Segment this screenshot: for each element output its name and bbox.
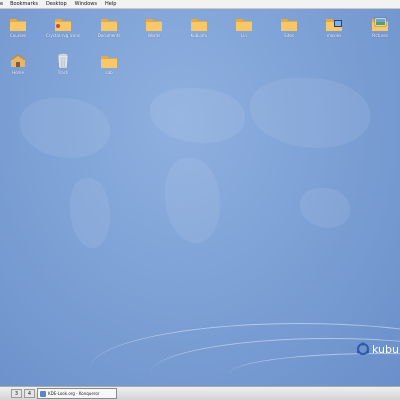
desktop-icon-words[interactable]: Words — [134, 15, 174, 38]
world-map-shape — [165, 158, 220, 243]
taskbar: 3 4 KDE-Look.org - Konqueror — [0, 386, 400, 400]
desktop-icon-label: Lin — [241, 33, 247, 38]
kubuntu-logo-icon — [356, 342, 370, 355]
desktop-icon-label: Lab — [105, 70, 113, 75]
desktop-icon-movies[interactable]: movies — [314, 15, 354, 38]
desktop-icon-label: Courses — [9, 33, 27, 38]
kubuntu-logo: kubu — [356, 342, 399, 356]
desktop-icon-sites[interactable]: Sites — [269, 15, 309, 38]
desktop-icon-home[interactable]: Home — [0, 52, 38, 75]
desktop-icon-label: Crystal.svg icons — [46, 33, 80, 38]
folder-icon — [55, 19, 71, 31]
home-icon — [10, 54, 26, 67]
menu-bar: e Bookmarks Desktop Windows Help — [0, 0, 400, 9]
folder-icon — [236, 19, 252, 31]
desktop-icon-pictures[interactable]: Pictures — [360, 15, 400, 38]
world-map-shape — [150, 88, 245, 143]
world-map-shape — [70, 178, 110, 248]
desktop-icon-crystal-svg-icons[interactable]: Crystal.svg icons — [43, 15, 83, 38]
desktop-icon-lin[interactable]: Lin — [224, 15, 264, 38]
folder-icon — [101, 56, 117, 68]
taskbar-task-konqueror[interactable]: KDE-Look.org - Konqueror — [37, 388, 117, 399]
world-map-shape — [300, 188, 350, 228]
menu-item-desktop[interactable]: Desktop — [42, 0, 71, 8]
desktop-icon-label: Pictures — [372, 33, 388, 38]
pictures-folder-icon — [372, 17, 388, 31]
pager-desktop-3[interactable]: 3 — [11, 389, 22, 398]
desktop-icon-lab[interactable]: Lab — [89, 52, 129, 75]
desktop-icon-documents[interactable]: Documents — [89, 15, 129, 38]
movies-folder-icon — [326, 19, 342, 31]
folder-icon — [191, 19, 207, 31]
trash-icon — [57, 53, 69, 69]
menu-item-bookmarks[interactable]: Bookmarks — [6, 0, 42, 8]
menu-item-help[interactable]: Help — [101, 0, 120, 8]
desktop-icon-label: Home — [12, 70, 24, 75]
desktop-icon-label: Words — [147, 33, 161, 38]
desktop-icon-label: Documents — [97, 33, 121, 38]
folder-icon — [10, 19, 26, 31]
desktop-icon-label: movies — [326, 33, 342, 38]
kubuntu-logo-text: kubu — [372, 342, 399, 356]
world-map-shape — [250, 78, 370, 148]
konqueror-icon — [40, 390, 46, 397]
desktop-icon-kubuntu[interactable]: Kubuntu — [179, 15, 219, 38]
desktop-icon-label: Sites — [284, 33, 294, 38]
folder-icon — [146, 19, 162, 31]
task-label: KDE-Look.org - Konqueror — [48, 391, 100, 396]
menu-item-windows[interactable]: Windows — [71, 0, 101, 8]
folder-icon — [281, 19, 297, 31]
pager-desktop-4[interactable]: 4 — [24, 389, 35, 398]
desktop-icon-courses[interactable]: Courses — [0, 15, 38, 38]
desktop-icon-label: Trash — [57, 70, 69, 75]
desktop-icon-trash[interactable]: Trash — [43, 52, 83, 75]
world-map-shape — [20, 98, 110, 158]
folder-icon — [101, 19, 117, 31]
desktop-icon-label: Kubuntu — [190, 33, 208, 38]
